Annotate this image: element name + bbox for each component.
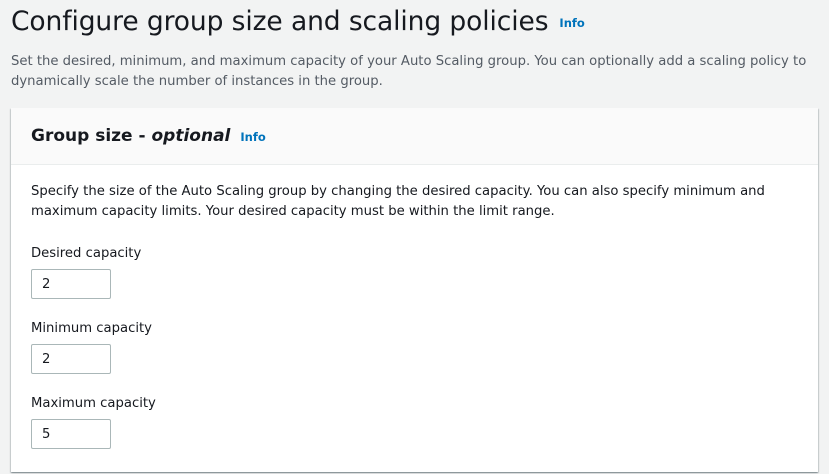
page: Configure group size and scaling policie… — [0, 0, 829, 474]
group-size-description: Specify the size of the Auto Scaling gro… — [31, 184, 765, 219]
group-size-title-separator: - — [132, 126, 152, 146]
maximum-capacity-input[interactable] — [31, 419, 111, 449]
minimum-capacity-input[interactable] — [31, 344, 111, 374]
minimum-capacity-field: Minimum capacity — [31, 319, 798, 374]
maximum-capacity-field: Maximum capacity — [31, 394, 798, 449]
desired-capacity-label: Desired capacity — [31, 246, 142, 261]
minimum-capacity-label: Minimum capacity — [31, 321, 152, 336]
group-size-panel-body: Specify the size of the Auto Scaling gro… — [11, 165, 818, 449]
desired-capacity-input[interactable] — [31, 269, 111, 299]
page-description: Set the desired, minimum, and maximum ca… — [11, 54, 807, 89]
group-size-info-link[interactable]: Info — [240, 130, 265, 144]
maximum-capacity-label: Maximum capacity — [31, 396, 156, 411]
group-size-title-text: Group size — [31, 126, 133, 146]
page-title: Configure group size and scaling policie… — [11, 6, 549, 37]
group-size-panel: Group size - optional Info Specify the s… — [11, 108, 818, 472]
page-header: Configure group size and scaling policie… — [11, 0, 829, 40]
page-info-link[interactable]: Info — [559, 16, 584, 30]
group-size-optional-label: optional — [151, 126, 231, 146]
group-size-panel-header: Group size - optional Info — [11, 108, 818, 165]
group-size-title: Group size - optional — [31, 126, 230, 146]
desired-capacity-field: Desired capacity — [31, 244, 798, 299]
